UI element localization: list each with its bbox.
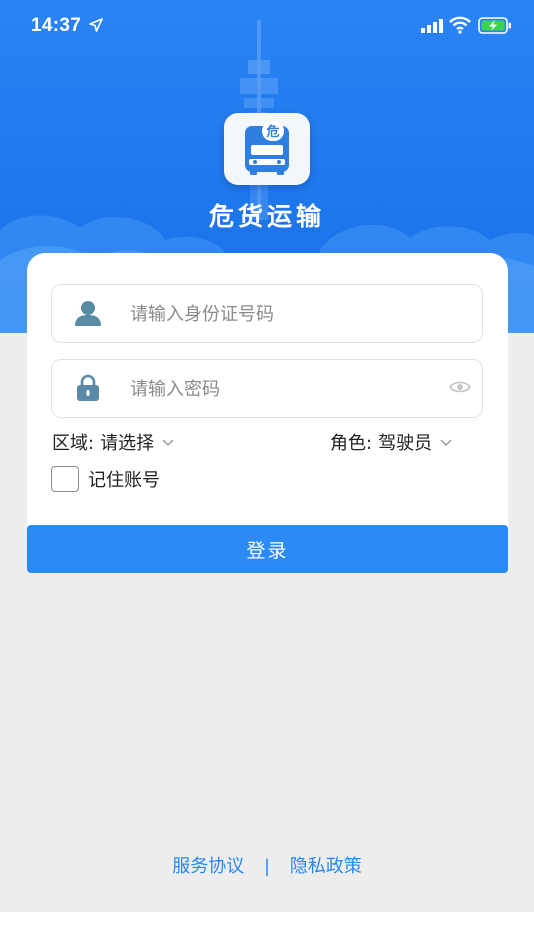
region-label: 区域: xyxy=(52,433,95,454)
chevron-down-icon xyxy=(162,439,174,447)
status-time: 14:37 xyxy=(31,15,82,36)
app-logo: 危 xyxy=(224,113,310,185)
user-icon xyxy=(75,301,101,326)
remember-account[interactable]: 记住账号 xyxy=(51,464,160,494)
role-label: 角色: xyxy=(330,433,373,454)
role-value: 驾驶员 xyxy=(378,433,433,454)
logo-badge-text: 危 xyxy=(266,124,279,140)
footer-links: 服务协议 | 隐私政策 xyxy=(0,852,534,878)
region-select[interactable]: 区域: 请选择 xyxy=(52,428,174,456)
password-field xyxy=(51,359,483,418)
bottom-safe-area xyxy=(0,912,534,950)
battery-charging-icon xyxy=(478,17,511,34)
footer-separator: | xyxy=(263,856,271,877)
location-arrow-icon xyxy=(89,18,103,32)
eye-icon[interactable] xyxy=(449,379,471,395)
status-bar: 14:37 xyxy=(0,0,534,52)
role-select[interactable]: 角色: 驾驶员 xyxy=(330,428,452,456)
region-value: 请选择 xyxy=(100,433,155,454)
remember-label: 记住账号 xyxy=(88,470,160,491)
cellular-signal-icon xyxy=(421,19,443,33)
id-number-input[interactable] xyxy=(128,295,432,333)
login-button[interactable]: 登录 xyxy=(27,525,508,573)
password-input[interactable] xyxy=(128,370,432,408)
wifi-icon xyxy=(449,16,471,34)
lock-icon xyxy=(77,374,99,401)
privacy-policy-link[interactable]: 隐私政策 xyxy=(290,856,362,877)
remember-checkbox[interactable] xyxy=(51,466,79,492)
app-name: 危货运输 xyxy=(208,202,325,231)
truck-icon: 危 xyxy=(245,121,289,175)
id-number-field xyxy=(51,284,483,343)
chevron-down-icon xyxy=(440,439,452,447)
service-agreement-link[interactable]: 服务协议 xyxy=(172,856,244,877)
